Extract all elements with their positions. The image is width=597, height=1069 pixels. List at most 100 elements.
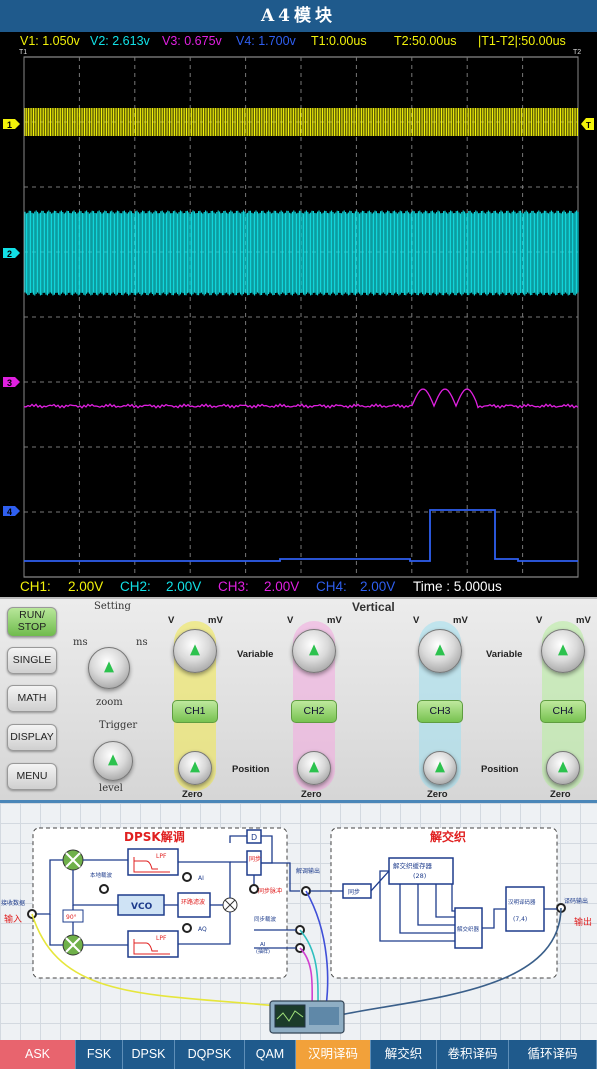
knob-indicator-icon <box>558 644 568 656</box>
trigger-label: Trigger <box>99 720 138 731</box>
display-button[interactable]: DISPLAY <box>7 724 57 751</box>
knob-indicator-icon <box>108 754 118 766</box>
v4-readout: V4: 1.700v <box>236 34 296 48</box>
decode-output-label: 译码输出 <box>564 897 588 905</box>
loop-filter-label: 环路滤波 <box>181 898 205 906</box>
dpsk-title: DPSK解调 <box>124 829 185 844</box>
ch3-position-knob[interactable] <box>423 751 457 785</box>
output-label: 输出 <box>574 916 592 928</box>
ch3-trace <box>24 388 579 409</box>
tab-2[interactable]: DPSK <box>123 1040 175 1069</box>
trigger-marker-label: T <box>586 121 591 130</box>
lower-lpf-block: LPF <box>127 930 179 958</box>
demod-output-label: 解调输出 <box>296 867 320 875</box>
knob-indicator-icon <box>309 644 319 656</box>
ch1-mv-label: mV <box>208 615 223 626</box>
t1-readout: T1:0.00us <box>311 34 367 48</box>
ch2-position-knob[interactable] <box>297 751 331 785</box>
tab-0[interactable]: ASK <box>0 1040 76 1069</box>
block-diagram: DPSK解调 解交织 LPF LPF D 同步 VCO 环路滤波 90° 本地载… <box>0 800 597 1040</box>
ch3-marker-label: 3 <box>7 378 12 388</box>
input-label: 输入 <box>4 913 22 925</box>
ch3-zero-label: Zero <box>427 789 448 800</box>
knob-indicator-icon <box>558 761 568 773</box>
deinterleave-title: 解交织 <box>430 829 466 844</box>
measurement-readout: V1: 1.050v V2: 2.613v V3: 0.675v V4: 1.7… <box>0 32 597 50</box>
setting-label: Setting <box>94 601 131 612</box>
ch2-scale-label: CH2: <box>120 579 151 594</box>
math-button[interactable]: MATH <box>7 685 57 712</box>
tab-6[interactable]: 解交织 <box>371 1040 437 1069</box>
position-label-left: Position <box>232 764 270 775</box>
ch1-scale-knob[interactable] <box>173 629 217 673</box>
ch1-button[interactable]: CH1 <box>172 700 218 723</box>
zoom-knob[interactable] <box>88 647 130 689</box>
ch3-mv-label: mV <box>453 615 468 626</box>
sync-block-1 <box>246 850 262 876</box>
scope-graticule: T1 T2 1 2 3 4 T <box>3 49 594 578</box>
ch2-button[interactable]: CH2 <box>291 700 337 723</box>
ai-sample-sub-label: (抽样) <box>256 948 270 955</box>
aq-label: AQ <box>198 926 207 933</box>
delay-label: D <box>251 833 257 842</box>
trigger-level-knob[interactable] <box>93 741 133 781</box>
upper-lpf-block: LPF <box>127 848 179 876</box>
menu-button[interactable]: MENU <box>7 763 57 790</box>
ch4-position-knob[interactable] <box>546 751 580 785</box>
ai-label: AI <box>198 875 204 882</box>
ch3-scale-knob[interactable] <box>418 629 462 673</box>
upper-multiplier-icon <box>62 849 84 871</box>
deinterleave-buffer-size: (28) <box>413 872 426 880</box>
phase-shift-label: 90° <box>66 914 77 921</box>
ch2-v-label: V <box>287 615 294 626</box>
vco-label: VCO <box>131 902 153 912</box>
vertical-section-title: Vertical <box>352 600 395 614</box>
delta-t-readout: |T1-T2|:50.00us <box>478 34 566 48</box>
ch4-mv-label: mV <box>576 615 591 626</box>
tab-8[interactable]: 循环译码 <box>509 1040 597 1069</box>
tab-5[interactable]: 汉明译码 <box>296 1040 371 1069</box>
position-label-right: Position <box>481 764 519 775</box>
run-stop-label-2: STOP <box>17 621 47 633</box>
ch4-zero-label: Zero <box>550 789 571 800</box>
timebase-readout: Time : 5.000us <box>413 579 502 594</box>
ai-sample-label: AI <box>260 942 266 948</box>
ch4-scale-knob[interactable] <box>541 629 585 673</box>
ms-label: ms <box>73 637 88 648</box>
ch1-position-knob[interactable] <box>178 751 212 785</box>
tab-7[interactable]: 卷积译码 <box>437 1040 509 1069</box>
knob-indicator-icon <box>435 761 445 773</box>
sync-label-2: 同步 <box>348 888 360 896</box>
deinterleave-buffer-label: 解交织缓存器 <box>393 861 433 870</box>
module-tab-bar: ASK FSK DPSK DQPSK QAM 汉明译码 解交织 卷积译码 循环译码 <box>0 1040 597 1069</box>
app-title: A4模块 <box>0 0 597 32</box>
ch4-marker-label: 4 <box>7 507 12 517</box>
tab-1[interactable]: FSK <box>76 1040 123 1069</box>
ch4-scale-label: CH4: <box>316 579 347 594</box>
knob-indicator-icon <box>190 644 200 656</box>
deinterleaver-label: 解交织器 <box>457 925 480 933</box>
phase-detector-icon <box>222 897 238 913</box>
run-stop-button[interactable]: RUN/ STOP <box>7 607 57 637</box>
ch1-marker-label: 1 <box>7 120 12 130</box>
ch2-scale-knob[interactable] <box>292 629 336 673</box>
ch4-v-label: V <box>536 615 543 626</box>
tab-4[interactable]: QAM <box>245 1040 296 1069</box>
sync-carrier-label: 同步载波 <box>254 915 277 923</box>
upper-lpf-label: LPF <box>156 853 167 860</box>
zoom-label: zoom <box>96 697 123 708</box>
ch3-button[interactable]: CH3 <box>417 700 463 723</box>
ch4-button[interactable]: CH4 <box>540 700 586 723</box>
t2-cursor-label: T2 <box>573 49 581 56</box>
hamming-params-label: (7,4) <box>513 916 527 923</box>
ch3-scale-label: CH3: <box>218 579 249 594</box>
local-carrier-label: 本地载波 <box>90 871 113 879</box>
single-button[interactable]: SINGLE <box>7 647 57 674</box>
oscilloscope-screen: T1 T2 1 2 3 4 T V1: 1.050v V2: 2.613v V3: 0.67… <box>0 32 597 597</box>
hamming-decoder-label: 汉明译码器 <box>508 898 536 906</box>
scale-readout: CH1: 2.00V CH2: 2.00V CH3: 2.00V CH4: 2.… <box>0 577 597 597</box>
knob-indicator-icon <box>104 661 114 673</box>
sync-pulse-label: 同步脉冲 <box>258 887 282 895</box>
tab-3[interactable]: DQPSK <box>175 1040 245 1069</box>
variable-label-right: Variable <box>486 649 523 660</box>
